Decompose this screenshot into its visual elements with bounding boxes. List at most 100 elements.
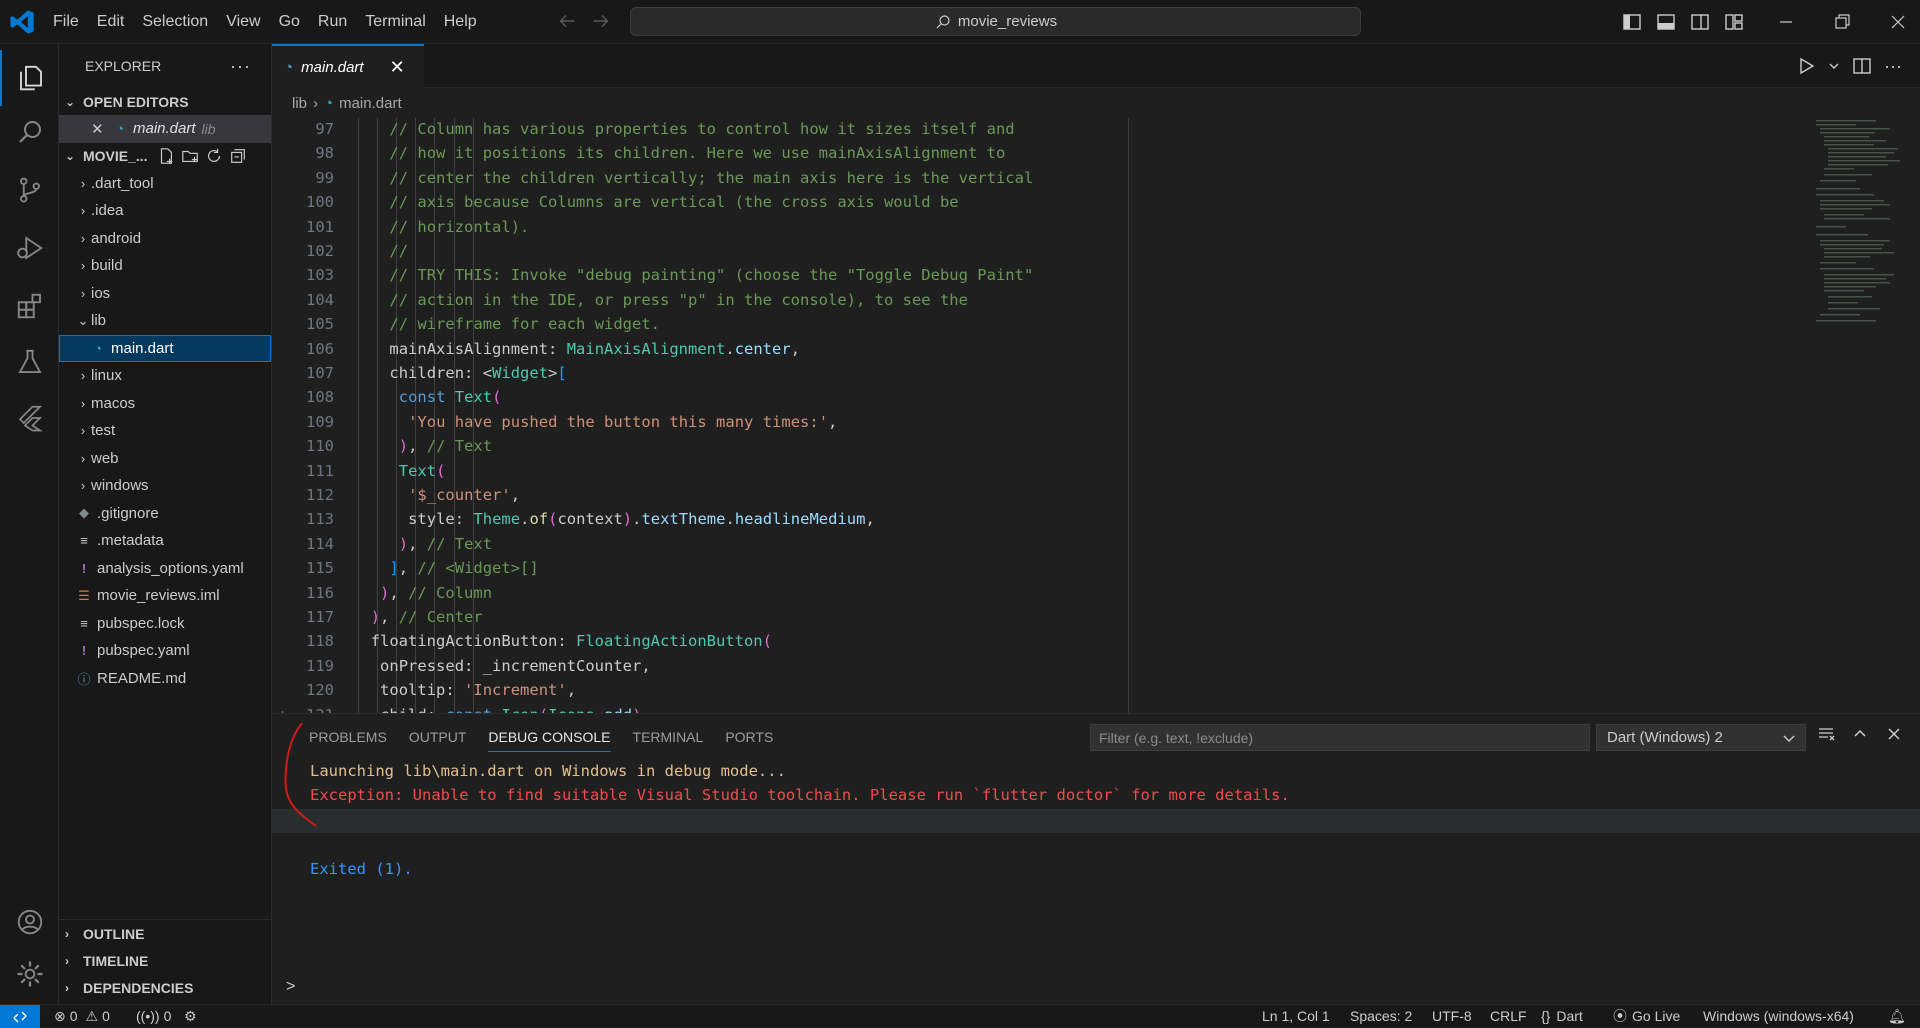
- accounts-activity[interactable]: [0, 894, 59, 950]
- manage-activity[interactable]: [0, 946, 59, 1002]
- console-input-prompt[interactable]: >: [286, 978, 295, 996]
- tree-folder-idea[interactable]: › .idea: [59, 197, 271, 225]
- debug-session-select[interactable]: Dart (Windows) 2: [1596, 724, 1806, 751]
- flutter-activity[interactable]: [0, 390, 59, 446]
- tab-debug-console[interactable]: DEBUG CONSOLE: [477, 714, 621, 760]
- menu-help[interactable]: Help: [435, 0, 486, 44]
- dependencies-section[interactable]: › DEPENDENCIES: [59, 974, 272, 1001]
- menu-view[interactable]: View: [217, 0, 269, 44]
- explorer-activity[interactable]: [0, 50, 59, 106]
- chevron-right-icon: ›: [80, 203, 86, 219]
- explorer-sidebar: EXPLORER ··· ⌄ OPEN EDITORS ✕ ◔ main.dar…: [59, 44, 272, 1004]
- tab-terminal[interactable]: TERMINAL: [622, 714, 715, 760]
- tree-folder-build[interactable]: › build: [59, 252, 271, 280]
- tree-file-main-dart[interactable]: ◔ main.dart: [59, 334, 271, 362]
- forward-arrow-icon[interactable]: [590, 10, 612, 32]
- cursor-position[interactable]: Ln 1, Col 1: [1262, 1005, 1330, 1028]
- search-activity[interactable]: [0, 104, 59, 160]
- source-control-activity[interactable]: [0, 162, 59, 218]
- tree-folder-linux[interactable]: › linux: [59, 362, 271, 390]
- chevron-down-icon[interactable]: [1828, 56, 1840, 76]
- code-line: // TRY THIS: Invoke "debug painting" (ch…: [389, 266, 1034, 285]
- menu-selection[interactable]: Selection: [133, 0, 217, 44]
- indentation-status[interactable]: Spaces: 2: [1350, 1005, 1412, 1028]
- new-folder-icon[interactable]: [181, 147, 199, 165]
- tree-folder-windows[interactable]: › windows: [59, 472, 271, 500]
- eol-status[interactable]: CRLF: [1490, 1005, 1527, 1028]
- code-editor[interactable]: 97 // Column has various properties to co…: [272, 118, 1920, 713]
- ports-status[interactable]: ((•)) 0: [136, 1005, 171, 1028]
- split-editor-icon[interactable]: [1852, 56, 1872, 76]
- tree-folder-dart-tool[interactable]: › .dart_tool: [59, 170, 271, 198]
- tree-file-gitignore[interactable]: ◆ .gitignore: [59, 500, 271, 528]
- open-editors-section[interactable]: ⌄ OPEN EDITORS: [59, 88, 271, 115]
- more-actions-icon[interactable]: ···: [1884, 56, 1902, 77]
- folding-plus-icon[interactable]: +: [278, 706, 287, 713]
- more-actions-icon[interactable]: ···: [230, 56, 251, 77]
- tree-folder-android[interactable]: › android: [59, 225, 271, 253]
- go-live-button[interactable]: ⦿ Go Live: [1613, 1005, 1680, 1028]
- encoding-status[interactable]: UTF-8: [1432, 1005, 1472, 1028]
- problems-status[interactable]: ⊗ 0 ⚠ 0: [54, 1005, 110, 1028]
- tree-folder-lib[interactable]: ⌄ lib: [59, 307, 271, 335]
- command-center-search[interactable]: movie_reviews: [630, 7, 1361, 36]
- tree-file-readme[interactable]: ⓘ README.md: [59, 665, 271, 693]
- new-file-icon[interactable]: [157, 147, 175, 165]
- menu-file[interactable]: File: [44, 0, 88, 44]
- device-status[interactable]: Windows (windows-x64): [1703, 1005, 1854, 1028]
- menu-go[interactable]: Go: [270, 0, 309, 44]
- close-icon[interactable]: ✕: [91, 120, 111, 138]
- timeline-section[interactable]: › TIMELINE: [59, 947, 272, 974]
- console-line-exception: Exception: Unable to find suitable Visua…: [310, 786, 1290, 804]
- tree-folder-macos[interactable]: › macos: [59, 390, 271, 418]
- run-icon[interactable]: [1796, 56, 1816, 76]
- menu-terminal[interactable]: Terminal: [356, 0, 434, 44]
- toggle-primary-sidebar-icon[interactable]: [1622, 12, 1642, 32]
- tree-folder-test[interactable]: › test: [59, 417, 271, 445]
- maximize-panel-icon[interactable]: [1850, 724, 1870, 744]
- back-arrow-icon[interactable]: [556, 10, 578, 32]
- close-panel-icon[interactable]: [1884, 724, 1904, 744]
- close-window-icon[interactable]: [1888, 12, 1908, 32]
- tree-file-analysis-options[interactable]: ! analysis_options.yaml: [59, 555, 271, 583]
- chevron-right-icon: ›: [80, 450, 86, 466]
- extensions-activity[interactable]: [0, 278, 59, 334]
- notifications-bell-icon[interactable]: 🔔︎: [1888, 1005, 1906, 1028]
- close-tab-icon[interactable]: ✕: [390, 57, 405, 78]
- tree-file-pubspec-yaml[interactable]: ! pubspec.yaml: [59, 637, 271, 665]
- language-status[interactable]: {} Dart: [1541, 1005, 1583, 1028]
- tree-folder-ios[interactable]: › ios: [59, 280, 271, 308]
- testing-activity[interactable]: [0, 334, 59, 390]
- tree-file-pubspec-lock[interactable]: ≡ pubspec.lock: [59, 610, 271, 638]
- clear-console-icon[interactable]: [1816, 724, 1836, 744]
- breadcrumb-folder[interactable]: lib: [292, 95, 307, 112]
- minimap[interactable]: [1804, 118, 1904, 418]
- toggle-panel-icon[interactable]: [1656, 12, 1676, 32]
- tree-file-iml[interactable]: ☰ movie_reviews.iml: [59, 582, 271, 610]
- menu-run[interactable]: Run: [309, 0, 356, 44]
- refresh-icon[interactable]: [205, 147, 223, 165]
- file-tree: › .dart_tool › .idea › android › build › ios …: [59, 170, 271, 693]
- open-editor-item[interactable]: ✕ ◔ main.dart lib: [59, 115, 271, 143]
- toggle-secondary-sidebar-icon[interactable]: [1690, 12, 1710, 32]
- customize-layout-icon[interactable]: [1724, 12, 1744, 32]
- outline-section[interactable]: › OUTLINE: [59, 920, 272, 947]
- tree-folder-web[interactable]: › web: [59, 445, 271, 473]
- collapse-all-icon[interactable]: [229, 147, 247, 165]
- project-section[interactable]: ⌄ MOVIE_...: [59, 143, 271, 170]
- breadcrumb-file[interactable]: main.dart: [339, 95, 402, 112]
- restore-icon[interactable]: [1832, 12, 1852, 32]
- code-line: tooltip: 'Increment',: [380, 681, 577, 700]
- minimize-icon[interactable]: [1776, 12, 1796, 32]
- tab-main-dart[interactable]: ◔ main.dart ✕: [272, 44, 424, 88]
- menu-edit[interactable]: Edit: [88, 0, 134, 44]
- tree-file-metadata[interactable]: ≡ .metadata: [59, 527, 271, 555]
- remote-indicator[interactable]: [0, 1005, 40, 1028]
- run-debug-activity[interactable]: [0, 220, 59, 276]
- debug-status[interactable]: ⚙: [184, 1005, 197, 1028]
- tab-ports[interactable]: PORTS: [714, 714, 784, 760]
- tab-output[interactable]: OUTPUT: [398, 714, 478, 760]
- filter-input[interactable]: Filter (e.g. text, !exclude): [1090, 724, 1590, 751]
- code-line: // Column has various properties to cont…: [389, 120, 1015, 138]
- code-line: // action in the IDE, or press "p" in th…: [389, 290, 968, 309]
